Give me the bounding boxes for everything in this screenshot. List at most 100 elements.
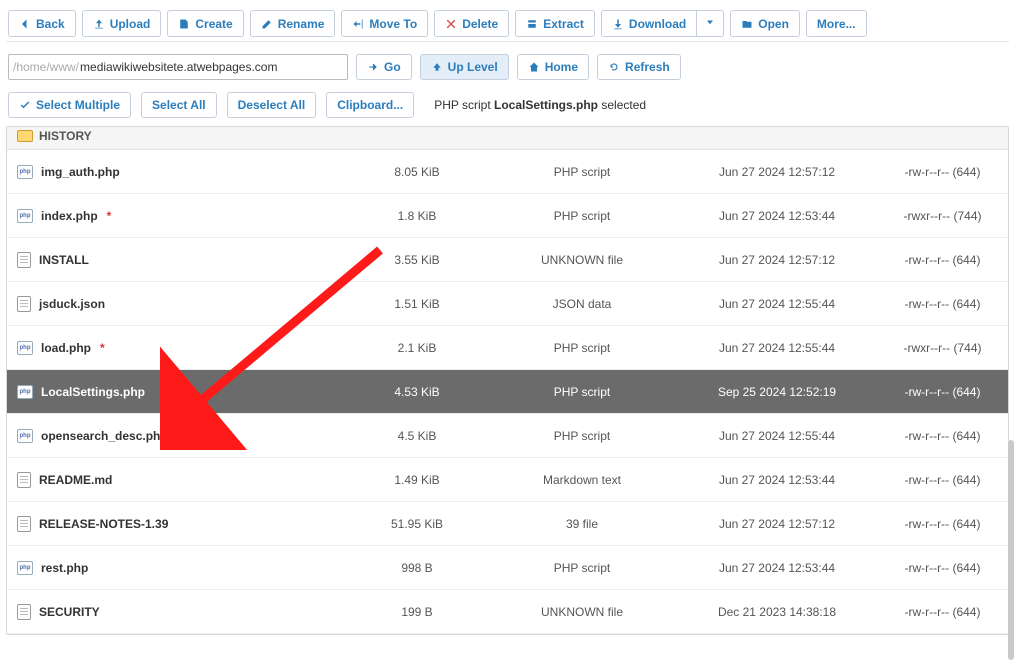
file-permissions-cell: -rw-r--r-- (644) <box>877 297 1008 311</box>
download-icon <box>612 18 624 30</box>
file-type-cell: 39 file <box>487 517 677 531</box>
file-permissions-cell: -rw-r--r-- (644) <box>877 605 1008 619</box>
file-name-cell: php LocalSettings.php <box>7 385 347 399</box>
file-permissions-cell: -rw-r--r-- (644) <box>877 473 1008 487</box>
file-type-cell: PHP script <box>487 561 677 575</box>
file-row[interactable]: phpimg_auth.php8.05 KiBPHP scriptJun 27 … <box>7 150 1008 194</box>
file-date-cell: Jun 27 2024 12:57:12 <box>677 253 877 267</box>
file-date-cell: Jun 27 2024 12:53:44 <box>677 209 877 223</box>
refresh-icon <box>608 61 620 73</box>
select-multiple-button[interactable]: Select Multiple <box>8 92 131 118</box>
php-file-icon: php <box>17 561 33 575</box>
go-button[interactable]: Go <box>356 54 412 80</box>
home-icon <box>528 61 540 73</box>
up-level-button[interactable]: Up Level <box>420 54 509 80</box>
upload-button[interactable]: Upload <box>82 10 162 37</box>
download-split-button: Download <box>601 10 724 37</box>
php-file-icon: php <box>17 209 33 223</box>
file-type-cell: PHP script <box>487 165 677 179</box>
extract-icon <box>526 18 538 30</box>
generic-file-icon <box>17 296 31 312</box>
download-dropdown-button[interactable] <box>696 10 724 37</box>
php-file-icon: php <box>17 385 33 399</box>
generic-file-icon <box>17 472 31 488</box>
file-name-cell: SECURITY <box>7 604 347 620</box>
generic-file-icon <box>17 516 31 532</box>
file-row[interactable]: jsduck.json1.51 KiBJSON dataJun 27 2024 … <box>7 282 1008 326</box>
file-size-cell: 4.5 KiB <box>347 429 487 443</box>
pencil-icon <box>261 18 273 30</box>
generic-file-icon <box>17 604 31 620</box>
file-date-cell: Jun 27 2024 12:53:44 <box>677 473 877 487</box>
file-row[interactable]: phprest.php998 BPHP scriptJun 27 2024 12… <box>7 546 1008 590</box>
file-name-label: SECURITY <box>39 605 100 619</box>
file-row[interactable]: phpload.php*2.1 KiBPHP scriptJun 27 2024… <box>7 326 1008 370</box>
upload-icon <box>93 18 105 30</box>
file-date-cell: Jun 27 2024 12:55:44 <box>677 341 877 355</box>
partial-header-row: HISTORY <box>7 127 1008 150</box>
download-button[interactable]: Download <box>601 10 696 37</box>
home-button[interactable]: Home <box>517 54 589 80</box>
file-name-label: index.php <box>41 209 98 223</box>
file-name-cell: phpopensearch_desc.php <box>7 429 347 443</box>
open-button[interactable]: Open <box>730 10 800 37</box>
open-icon <box>741 18 753 30</box>
file-date-cell: Dec 21 2023 14:38:18 <box>677 605 877 619</box>
file-date-cell: Jun 27 2024 12:55:44 <box>677 429 877 443</box>
file-row[interactable]: phpLocalSettings.php4.53 KiBPHP scriptSe… <box>7 370 1008 414</box>
path-bar: /home/www/ Go Up Level Home Refresh <box>6 54 1009 80</box>
file-row[interactable]: phpopensearch_desc.php4.5 KiBPHP scriptJ… <box>7 414 1008 458</box>
file-type-cell: PHP script <box>487 385 677 399</box>
file-permissions-cell: -rw-r--r-- (644) <box>877 385 1008 399</box>
create-button[interactable]: Create <box>167 10 243 37</box>
file-type-cell: PHP script <box>487 341 677 355</box>
file-name-cell: RELEASE-NOTES-1.39 <box>7 516 347 532</box>
php-file-icon: php <box>17 341 33 355</box>
move-to-button[interactable]: Move To <box>341 10 428 37</box>
file-grid: HISTORY phpimg_auth.php8.05 KiBPHP scrip… <box>6 126 1009 635</box>
delete-button[interactable]: Delete <box>434 10 509 37</box>
file-row[interactable]: INSTALL3.55 KiBUNKNOWN fileJun 27 2024 1… <box>7 238 1008 282</box>
file-name-cell: php rest.php <box>7 561 347 575</box>
file-permissions-cell: -rw-r--r-- (644) <box>877 253 1008 267</box>
file-date-cell: Jun 27 2024 12:57:12 <box>677 165 877 179</box>
extract-button[interactable]: Extract <box>515 10 595 37</box>
file-row[interactable]: phpindex.php*1.8 KiBPHP scriptJun 27 202… <box>7 194 1008 238</box>
file-name-label: rest.php <box>41 561 88 575</box>
file-size-cell: 1.8 KiB <box>347 209 487 223</box>
refresh-button[interactable]: Refresh <box>597 54 681 80</box>
move-icon <box>352 18 364 30</box>
path-readonly-prefix: /home/www/ <box>9 60 80 74</box>
main-toolbar: Back Upload Create Rename Move To Delete… <box>6 6 1009 42</box>
select-all-button[interactable]: Select All <box>141 92 217 118</box>
file-name-label: img_auth.php <box>41 165 120 179</box>
file-permissions-cell: -rw-r--r-- (644) <box>877 517 1008 531</box>
file-name-cell: phpindex.php* <box>7 209 347 223</box>
file-date-cell: Jun 27 2024 12:55:44 <box>677 297 877 311</box>
more-button[interactable]: More... <box>806 10 867 37</box>
file-row[interactable]: RELEASE-NOTES-1.3951.95 KiB39 fileJun 27… <box>7 502 1008 546</box>
file-name-cell: INSTALL <box>7 252 347 268</box>
path-input[interactable] <box>80 60 347 74</box>
back-button[interactable]: Back <box>8 10 76 37</box>
scrollbar-thumb[interactable] <box>1008 440 1014 660</box>
file-row[interactable]: SECURITY199 BUNKNOWN fileDec 21 2023 14:… <box>7 590 1008 634</box>
file-type-cell: UNKNOWN file <box>487 253 677 267</box>
file-name-label: opensearch_desc.php <box>41 429 168 443</box>
file-name-cell: jsduck.json <box>7 296 347 312</box>
file-size-cell: 3.55 KiB <box>347 253 487 267</box>
arrow-left-icon <box>19 18 31 30</box>
clipboard-button[interactable]: Clipboard... <box>326 92 414 118</box>
file-size-cell: 51.95 KiB <box>347 517 487 531</box>
file-size-cell: 199 B <box>347 605 487 619</box>
file-permissions-cell: -rw-r--r-- (644) <box>877 165 1008 179</box>
deselect-all-button[interactable]: Deselect All <box>227 92 317 118</box>
file-name-cell: README.md <box>7 472 347 488</box>
file-permissions-cell: -rw-r--r-- (644) <box>877 561 1008 575</box>
file-permissions-cell: -rwxr--r-- (744) <box>877 209 1008 223</box>
rename-button[interactable]: Rename <box>250 10 336 37</box>
file-name-label: LocalSettings.php <box>41 385 145 399</box>
delete-icon <box>445 18 457 30</box>
file-row[interactable]: README.md1.49 KiBMarkdown textJun 27 202… <box>7 458 1008 502</box>
file-name-label: README.md <box>39 473 112 487</box>
